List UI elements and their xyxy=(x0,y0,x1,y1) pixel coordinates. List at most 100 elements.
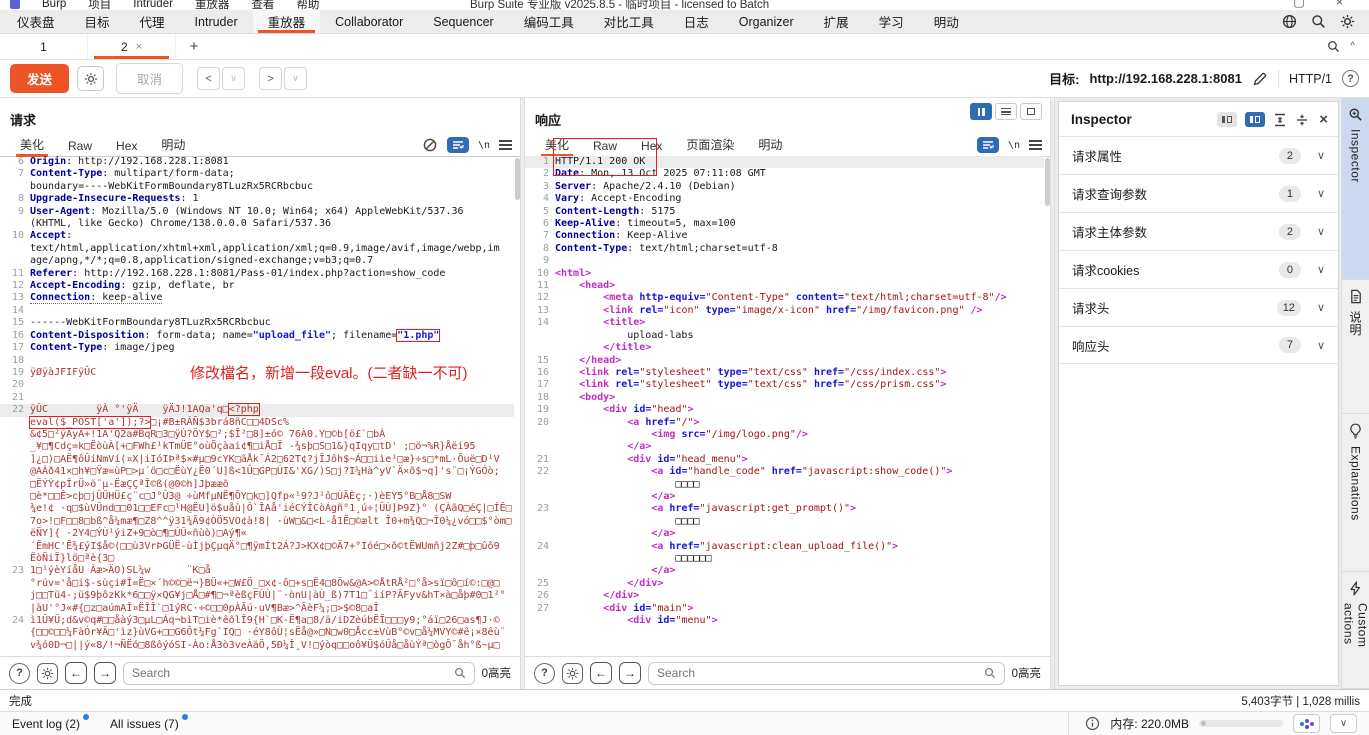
code-line[interactable]: 9 xyxy=(525,255,1044,267)
request-scrollbar[interactable] xyxy=(515,158,520,200)
code-line[interactable]: 21 <div id="head_menu"> xyxy=(525,454,1044,466)
code-line[interactable]: 18 xyxy=(0,355,514,367)
chevron-up-icon[interactable]: ^ xyxy=(1350,41,1355,52)
code-line[interactable]: 1 HTTP/1.1 200 OK xyxy=(525,156,1044,169)
main-tab-13[interactable]: 明动 xyxy=(919,10,974,33)
code-line[interactable]: 25 </div> xyxy=(525,578,1044,590)
main-tab-10[interactable]: Organizer xyxy=(724,10,809,33)
forward-dropdown[interactable]: ∨ xyxy=(284,67,308,90)
code-line[interactable]: (KHTML, like Gecko) Chrome/138.0.0.0 Saf… xyxy=(0,218,514,230)
code-line[interactable]: 16 <link rel="stylesheet" type="text/css… xyxy=(525,367,1044,379)
code-line[interactable]: 17 <link rel="stylesheet" type="text/css… xyxy=(525,379,1044,391)
search-help-icon[interactable]: ? xyxy=(534,662,555,684)
inspector-section-3[interactable]: 请求cookies 0 ∨ xyxy=(1059,250,1338,288)
inspector-section-4[interactable]: 请求头 12 ∨ xyxy=(1059,288,1338,326)
code-line[interactable]: 12 <meta http-equiv="Content-Type" conte… xyxy=(525,292,1044,304)
globe-icon[interactable] xyxy=(1282,14,1297,29)
code-line[interactable]: 2 Date: Mon, 13 Oct 2025 07:11:08 GMT xyxy=(525,168,1044,180)
search-icon[interactable] xyxy=(1327,40,1340,53)
code-line[interactable]: 20 <a href="/"> xyxy=(525,417,1044,429)
code-line[interactable]: 16 Content-Disposition: form-data; name="… xyxy=(0,328,514,342)
session-tab-2[interactable]: 2 × xyxy=(88,34,176,59)
code-line[interactable]: ´ËmHC'Ë¾£ýI$å©(□□ù3VrÞGÜË-ùÌjþÇµqÄ°□¶ÿmÍ… xyxy=(0,541,514,553)
chevron-down-icon[interactable]: ∨ xyxy=(1330,714,1357,733)
code-line[interactable]: □□□□ xyxy=(525,479,1044,491)
code-line[interactable]: ëÑY]{ ·2Y4□ÝÙ¹ýiZ+9□ò□¶□ÙÛ«ñùò)□Aý¶« xyxy=(0,528,514,540)
code-line[interactable]: 14 <title> xyxy=(525,317,1044,329)
code-line[interactable]: □è*□□Ê>cþ□jÛÜHÜ£ç¨c□J°Û3@ ÷ùMfµNË¶ÕY□k□]… xyxy=(0,491,514,503)
show-newlines-icon[interactable]: \n xyxy=(478,140,490,151)
code-line[interactable]: </a> xyxy=(525,491,1044,503)
code-line[interactable]: 15 ------WebKitFormBoundary8TLuzRx5RCRbcb… xyxy=(0,317,514,329)
request-tab-pretty[interactable]: 美化 xyxy=(8,133,56,157)
side-tab-explanations[interactable]: Explanations xyxy=(1342,414,1369,572)
show-newlines-icon[interactable]: \n xyxy=(1008,140,1020,151)
code-line[interactable]: 6 Keep-Alive: timeout=5, max=100 xyxy=(525,218,1044,230)
menu-repeater[interactable]: 重放器 xyxy=(195,0,230,10)
main-tab-0[interactable]: 仪表盘 xyxy=(2,10,70,33)
chevron-down-icon[interactable]: ∨ xyxy=(1317,187,1325,200)
code-line[interactable]: v¾ó0D¬□||ý«8/!¬ÑËó□8ßôýóSI-Ào:Å3ò3veÀäÖ,… xyxy=(0,640,514,652)
code-line[interactable]: _¥□¶Cdç=k□ËòùÀ[+□FWh£¹kTmÜE°oùÕçàai¢¶□iÅ… xyxy=(0,441,514,453)
wrap-lines-icon[interactable] xyxy=(976,137,999,153)
chevron-down-icon[interactable]: ∨ xyxy=(1317,225,1325,238)
search-icon[interactable] xyxy=(1311,14,1326,29)
code-line[interactable]: upload-labs xyxy=(525,330,1044,342)
code-line[interactable]: 14 xyxy=(0,305,514,317)
menu-intruder[interactable]: Intruder xyxy=(133,0,173,10)
request-editor[interactable]: 6 Origin: http://192.168.228.1:8081 7 Conte… xyxy=(0,156,514,656)
main-tab-1[interactable]: 目标 xyxy=(70,10,125,33)
inspector-section-2[interactable]: 请求主体参数 2 ∨ xyxy=(1059,212,1338,250)
edit-target-pencil-icon[interactable] xyxy=(1252,71,1268,87)
cancel-button[interactable]: 取消 xyxy=(116,63,184,94)
collapse-all-icon[interactable] xyxy=(1273,113,1287,127)
main-tab-9[interactable]: 日志 xyxy=(669,10,724,33)
code-line[interactable]: </a> xyxy=(525,441,1044,453)
inspector-dock-left-icon[interactable] xyxy=(1217,112,1238,127)
search-next-icon[interactable]: → xyxy=(619,662,641,684)
code-line[interactable]: 3 Server: Apache/2.4.10 (Debian) xyxy=(525,181,1044,193)
search-input[interactable] xyxy=(657,666,978,680)
layout-rows-icon[interactable] xyxy=(995,103,1017,120)
request-tab-extension[interactable]: 明动 xyxy=(149,133,197,156)
session-tab-1[interactable]: 1 xyxy=(0,34,88,59)
code-line[interactable]: 22 <a id="handle_code" href="javascript:… xyxy=(525,466,1044,478)
forward-button[interactable]: > xyxy=(259,67,283,90)
code-line[interactable]: 7 Content-Type: multipart/form-data; xyxy=(0,168,514,180)
code-line[interactable]: 19 ÿØÿàJFIFÿÛC xyxy=(0,367,514,379)
chevron-down-icon[interactable]: ∨ xyxy=(1317,301,1325,314)
inspector-section-5[interactable]: 响应头 7 ∨ xyxy=(1059,326,1338,364)
main-tab-11[interactable]: 扩展 xyxy=(809,10,864,33)
code-line[interactable]: ¾e!¢ ·q□$ùVÛnd□□01□□EFc□¹H@ËU]ö$uåù|Ô`ÎA… xyxy=(0,503,514,515)
expand-all-icon[interactable] xyxy=(1295,113,1309,127)
side-tab-说明[interactable]: 说明 xyxy=(1342,280,1369,414)
code-line[interactable]: 11 <head> xyxy=(525,280,1044,292)
back-dropdown[interactable]: ∨ xyxy=(222,67,246,90)
code-line[interactable]: 20 xyxy=(0,379,514,391)
inspector-section-0[interactable]: 请求属性 2 ∨ xyxy=(1059,136,1338,174)
all-issues-button[interactable]: All issues (7) xyxy=(110,713,188,731)
menu-view[interactable]: 查看 xyxy=(251,0,274,10)
code-line[interactable]: |àU'°J«#{□z□aúmAÎ¤ËÎÎ`□1ýRC·÷©□□0pÀÃú·uV… xyxy=(0,603,514,615)
main-tab-12[interactable]: 学习 xyxy=(864,10,919,33)
response-tab-render[interactable]: 页面渲染 xyxy=(674,133,746,156)
menu-help[interactable]: 帮助 xyxy=(296,0,319,10)
code-line[interactable]: 23 <a href="javascript:get_prompt()"> xyxy=(525,503,1044,515)
close-tab-icon[interactable]: × xyxy=(136,41,142,53)
code-line[interactable]: @AÁð41×□h¥□Ÿæ=ùP□>µ´ö□c□ËùY¿Ë0´U]ß<1Û□GP… xyxy=(0,466,514,478)
request-tab-hex[interactable]: Hex xyxy=(104,136,149,156)
code-line[interactable]: 24 <a href="javascript:clean_upload_file… xyxy=(525,541,1044,553)
response-tab-pretty[interactable]: 美化 xyxy=(533,133,581,157)
code-line[interactable]: 7 Connection: Keep-Alive xyxy=(525,230,1044,242)
code-line[interactable]: 7o>!□F□□8□bß^å¼mæ¶□Z8^^ÿ31¾Ã9¢ÒÖ5VO¢à!8|… xyxy=(0,516,514,528)
code-line[interactable]: 10 <html> xyxy=(525,268,1044,280)
response-tab-hex[interactable]: Hex xyxy=(629,136,674,156)
code-line[interactable]: &¢5□²ÿÄyÄ+!1Ä'Q2a#BqR□3□ÿÚ?ÔY$□²;$Ï²□8]±… xyxy=(0,429,514,441)
code-line[interactable]: <img src="/img/logo.png"/> xyxy=(525,429,1044,441)
code-line[interactable]: □□□□□□ xyxy=(525,553,1044,565)
main-tab-5[interactable]: Collaborator xyxy=(320,10,418,33)
chevron-down-icon[interactable]: ∨ xyxy=(1317,149,1325,162)
response-tab-extension[interactable]: 明动 xyxy=(746,133,794,156)
search-input[interactable] xyxy=(132,666,448,680)
code-line[interactable]: <div id="menu"> xyxy=(525,615,1044,627)
